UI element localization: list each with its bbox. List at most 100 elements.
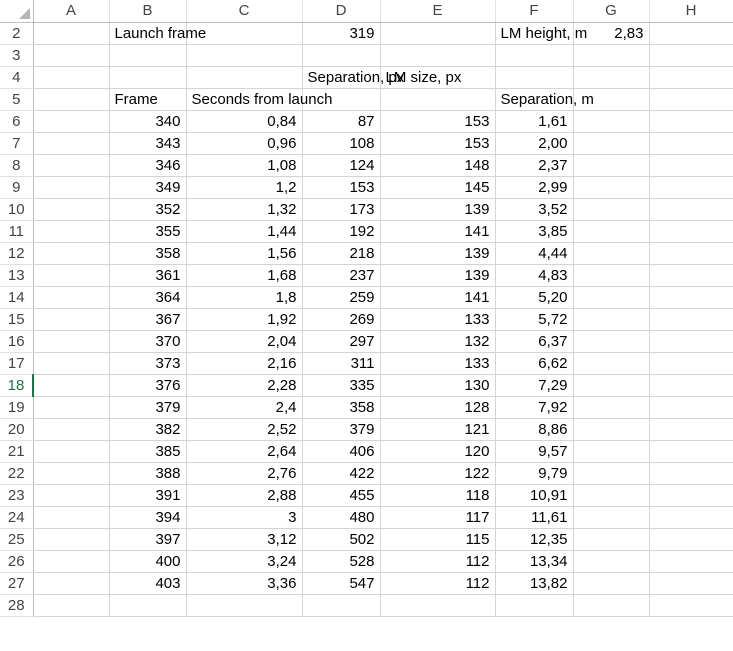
cell-column-a[interactable]: [33, 330, 110, 353]
row-header[interactable]: 16: [0, 330, 34, 353]
cell-seconds[interactable]: 2,52: [186, 418, 303, 441]
cell-f5-separation-m-header[interactable]: Separation, m: [495, 88, 594, 111]
cell-separation-px[interactable]: 218: [302, 242, 381, 265]
cell-lm-size-px[interactable]: 139: [380, 264, 496, 287]
empty-cell[interactable]: [495, 594, 574, 617]
row-header[interactable]: 23: [0, 484, 34, 507]
empty-cell[interactable]: [302, 594, 381, 617]
cell-column-h[interactable]: [649, 506, 733, 529]
cell-separation-px[interactable]: 153: [302, 176, 381, 199]
empty-cell[interactable]: [186, 594, 303, 617]
cell-separation-m[interactable]: 3,52: [495, 198, 574, 221]
cell-lm-size-px[interactable]: 117: [380, 506, 496, 529]
cell-lm-size-px[interactable]: 112: [380, 550, 496, 573]
cell-column-h[interactable]: [649, 308, 733, 331]
cell-frame[interactable]: 346: [109, 154, 187, 177]
cell-column-a[interactable]: [33, 440, 110, 463]
cell-frame[interactable]: 382: [109, 418, 187, 441]
row-header[interactable]: 25: [0, 528, 34, 551]
cell-lm-size-px[interactable]: 130: [380, 374, 496, 397]
cell-e2[interactable]: [380, 22, 496, 45]
cell-f2-lm-height-label[interactable]: LM height, m: [495, 22, 587, 45]
row-header[interactable]: 20: [0, 418, 34, 441]
cell-column-g[interactable]: [573, 308, 650, 331]
cell-lm-size-px[interactable]: 132: [380, 330, 496, 353]
cell-frame[interactable]: 388: [109, 462, 187, 485]
cell-column-h[interactable]: [649, 462, 733, 485]
cell-b3[interactable]: [109, 44, 187, 67]
cell-lm-size-px[interactable]: 153: [380, 132, 496, 155]
cell-seconds[interactable]: 1,32: [186, 198, 303, 221]
cell-separation-m[interactable]: 5,20: [495, 286, 574, 309]
spreadsheet-grid[interactable]: A B C D E F G H 2 Launch frame 319 LM he…: [0, 0, 733, 617]
cell-column-h[interactable]: [649, 440, 733, 463]
row-header[interactable]: 11: [0, 220, 34, 243]
row-header[interactable]: 5: [0, 88, 34, 111]
row-header[interactable]: 26: [0, 550, 34, 573]
cell-separation-px[interactable]: 311: [302, 352, 381, 375]
cell-lm-size-px[interactable]: 153: [380, 110, 496, 133]
row-header[interactable]: 13: [0, 264, 34, 287]
cell-separation-px[interactable]: 480: [302, 506, 381, 529]
cell-column-a[interactable]: [33, 154, 110, 177]
cell-frame[interactable]: 376: [109, 374, 187, 397]
cell-separation-px[interactable]: 192: [302, 220, 381, 243]
cell-frame[interactable]: 349: [109, 176, 187, 199]
cell-separation-px[interactable]: 259: [302, 286, 381, 309]
cell-column-a[interactable]: [33, 198, 110, 221]
cell-lm-size-px[interactable]: 128: [380, 396, 496, 419]
empty-cell[interactable]: [33, 594, 110, 617]
cell-column-a[interactable]: [33, 374, 110, 397]
cell-column-a[interactable]: [33, 396, 110, 419]
cell-column-h[interactable]: [649, 110, 733, 133]
cell-seconds[interactable]: 2,16: [186, 352, 303, 375]
row-header[interactable]: 9: [0, 176, 34, 199]
cell-d3[interactable]: [302, 44, 381, 67]
cell-column-a[interactable]: [33, 110, 110, 133]
cell-column-g[interactable]: [573, 462, 650, 485]
cell-column-a[interactable]: [33, 220, 110, 243]
cell-column-h[interactable]: [649, 198, 733, 221]
cell-column-h[interactable]: [649, 286, 733, 309]
cell-column-g[interactable]: [573, 484, 650, 507]
cell-lm-size-px[interactable]: 139: [380, 242, 496, 265]
cell-frame[interactable]: 385: [109, 440, 187, 463]
cell-seconds[interactable]: 3,24: [186, 550, 303, 573]
cell-separation-m[interactable]: 2,00: [495, 132, 574, 155]
cell-column-h[interactable]: [649, 132, 733, 155]
cell-separation-m[interactable]: 7,29: [495, 374, 574, 397]
empty-cell[interactable]: [649, 594, 733, 617]
cell-separation-m[interactable]: 3,85: [495, 220, 574, 243]
cell-seconds[interactable]: 1,2: [186, 176, 303, 199]
cell-e4-lm-size-px-header[interactable]: LM size, px: [380, 66, 496, 89]
cell-seconds[interactable]: 2,76: [186, 462, 303, 485]
cell-column-g[interactable]: [573, 220, 650, 243]
cell-lm-size-px[interactable]: 133: [380, 352, 496, 375]
row-header[interactable]: 18: [0, 374, 34, 397]
cell-separation-m[interactable]: 4,83: [495, 264, 574, 287]
cell-separation-px[interactable]: 422: [302, 462, 381, 485]
empty-cell[interactable]: [380, 594, 496, 617]
cell-column-a[interactable]: [33, 242, 110, 265]
cell-separation-px[interactable]: 173: [302, 198, 381, 221]
cell-lm-size-px[interactable]: 120: [380, 440, 496, 463]
cell-frame[interactable]: 367: [109, 308, 187, 331]
cell-lm-size-px[interactable]: 141: [380, 220, 496, 243]
cell-seconds[interactable]: 2,4: [186, 396, 303, 419]
cell-separation-px[interactable]: 237: [302, 264, 381, 287]
cell-frame[interactable]: 379: [109, 396, 187, 419]
cell-column-g[interactable]: [573, 286, 650, 309]
cell-lm-size-px[interactable]: 145: [380, 176, 496, 199]
cell-h2[interactable]: [649, 22, 733, 45]
cell-f3[interactable]: [495, 44, 574, 67]
cell-a5[interactable]: [33, 88, 110, 111]
cell-d4-separation-px-header[interactable]: Separation, px: [302, 66, 404, 89]
cell-column-g[interactable]: [573, 550, 650, 573]
cell-e5[interactable]: [380, 88, 496, 111]
cell-a4[interactable]: [33, 66, 110, 89]
cell-separation-px[interactable]: 335: [302, 374, 381, 397]
cell-a3[interactable]: [33, 44, 110, 67]
cell-separation-m[interactable]: 1,61: [495, 110, 574, 133]
cell-separation-px[interactable]: 358: [302, 396, 381, 419]
cell-column-g[interactable]: [573, 154, 650, 177]
